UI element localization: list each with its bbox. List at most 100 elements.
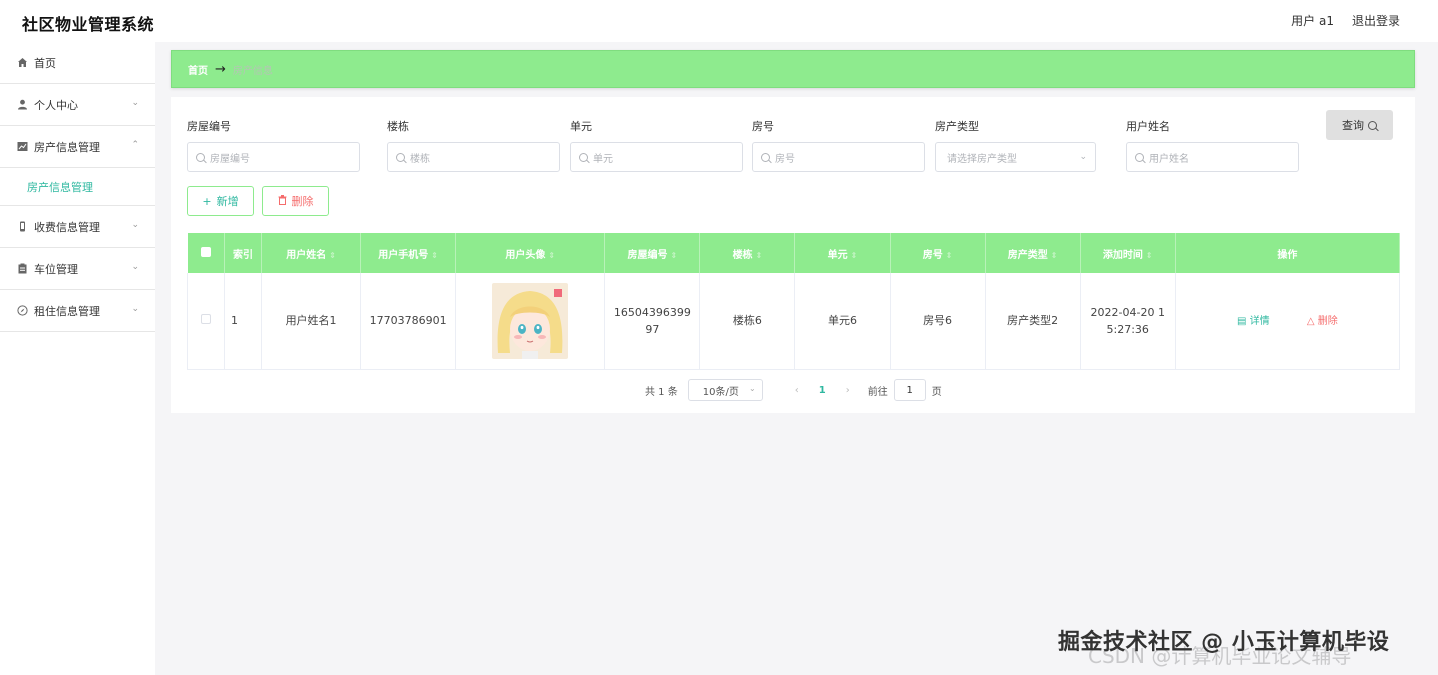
building-input[interactable]: 楼栋 (387, 142, 560, 172)
column-header[interactable]: 用户头像 ⇕ (455, 233, 606, 273)
column-header-label: 索引 (233, 249, 254, 261)
column-header-label: 房产类型 (1007, 249, 1048, 261)
unit-input[interactable]: 单元 (570, 142, 743, 172)
logout-link[interactable]: 退出登录 (1352, 12, 1400, 29)
query-button[interactable]: 查询 (1326, 110, 1393, 140)
add-button-label: 新增 (216, 195, 239, 208)
chevron-down-icon: ⌄ (131, 220, 139, 230)
prev-page-button[interactable]: ‹ (795, 385, 799, 396)
filter-label: 房号 (752, 120, 774, 133)
cell-operations: ▤ 详情 △ 删除 (1175, 273, 1401, 370)
chevron-up-icon: ⌃ (131, 140, 139, 150)
pagination: 共 1 条 10条/页 ⌄ ‹ 1 › 前往 1 页 (645, 379, 942, 401)
column-header[interactable]: 单元 ⇕ (794, 233, 891, 273)
sidebar-item-label: 车位管理 (34, 262, 78, 276)
next-page-button[interactable]: › (846, 385, 850, 396)
column-header-label: 操作 (1277, 249, 1298, 261)
filter-user-name: 用户姓名 用户姓名 (1126, 118, 1299, 172)
column-header[interactable]: 添加时间 ⇕ (1080, 233, 1176, 273)
main-panel: 房屋编号 房屋编号 楼栋 楼栋 单元 单元 房号 房号 房产类型 请选择房产类型… (171, 97, 1415, 413)
filter-label: 房产类型 (935, 120, 979, 133)
sidebar-item-label: 收费信息管理 (34, 220, 100, 234)
add-button[interactable]: + 新增 (187, 186, 254, 216)
chart-icon (16, 141, 28, 153)
sidebar-subitem-property-management[interactable]: 房产信息管理 (0, 168, 155, 206)
search-icon (396, 152, 405, 162)
pagination-total: 共 1 条 (645, 386, 678, 398)
cell-building: 楼栋6 (699, 273, 796, 370)
sidebar: 首页 个人中心 ⌄ 房产信息管理 ⌃ 房产信息管理 收费信息管理 ⌄ 车位管理 … (0, 42, 155, 675)
cell-avatar (455, 273, 606, 370)
filter-building: 楼栋 楼栋 (387, 118, 560, 172)
sidebar-item-label: 租住信息管理 (34, 304, 100, 318)
sidebar-item-personal-center[interactable]: 个人中心 ⌄ (0, 84, 155, 126)
top-bar: 社区物业管理系统 用户 a1 退出登录 (0, 0, 1438, 42)
document-icon: ▤ (1237, 315, 1247, 327)
data-table: 索引 用户姓名 ⇕ 用户手机号 ⇕ 用户头像 ⇕ 房屋编号 ⇕ 楼栋 ⇕ 单元 ⇕ 房号 ⇕ … (186, 233, 1401, 370)
chevron-down-icon: ⌄ (131, 98, 139, 108)
sidebar-item-rental[interactable]: 租住信息管理 ⌄ (0, 290, 155, 332)
compass-icon (16, 305, 28, 317)
breadcrumb-home[interactable]: 首页 (188, 62, 208, 77)
select-placeholder: 请选择房产类型 (947, 153, 1017, 165)
plus-icon: + (202, 194, 212, 208)
sidebar-item-home[interactable]: 首页 (0, 42, 155, 84)
arrow-right-icon: → (215, 61, 226, 77)
checkbox[interactable] (201, 314, 211, 325)
column-header-label: 单元 (827, 249, 848, 261)
sidebar-item-property[interactable]: 房产信息管理 ⌃ (0, 126, 155, 168)
sidebar-item-parking[interactable]: 车位管理 ⌄ (0, 248, 155, 290)
cell-unit: 单元6 (794, 273, 891, 370)
checkbox[interactable] (200, 246, 211, 257)
goto-page-input[interactable]: 1 (893, 379, 926, 401)
sort-icon[interactable]: ⇕ (670, 251, 677, 260)
column-header[interactable]: 房产类型 ⇕ (985, 233, 1081, 273)
user-name-input[interactable]: 用户姓名 (1126, 142, 1299, 172)
column-header[interactable]: 房屋编号 ⇕ (604, 233, 701, 273)
sort-icon[interactable]: ⇕ (329, 251, 336, 260)
column-header[interactable]: 用户姓名 ⇕ (261, 233, 362, 273)
sort-icon[interactable]: ⇕ (1146, 251, 1153, 260)
search-icon (1368, 120, 1377, 130)
cell-house-no: 1650439639997 (604, 273, 701, 370)
delete-button[interactable]: 删除 (262, 186, 329, 216)
trash-icon (278, 194, 287, 208)
column-header-label: 房屋编号 (627, 249, 668, 261)
row-checkbox-cell[interactable] (186, 273, 226, 370)
column-header[interactable]: 楼栋 ⇕ (699, 233, 796, 273)
sort-icon[interactable]: ⇕ (851, 251, 858, 260)
column-header: 索引 (224, 233, 263, 273)
cell-phone: 17703786901 (360, 273, 457, 370)
table-row: 1 用户姓名1 17703786901 1650439639997 楼栋6 单元… (186, 273, 1401, 370)
filter-label: 房屋编号 (187, 120, 231, 133)
sort-icon[interactable]: ⇕ (946, 251, 953, 260)
room-input[interactable]: 房号 (752, 142, 925, 172)
detail-button[interactable]: ▤ 详情 (1237, 316, 1273, 327)
column-header[interactable]: 房号 ⇕ (890, 233, 986, 273)
goto-label: 前往 (867, 386, 888, 398)
current-user-label[interactable]: 用户 a1 (1291, 12, 1334, 29)
breadcrumb: 首页 → 房产信息 (171, 50, 1415, 88)
watermark-text: 掘金技术社区 @ 小玉计算机毕设 (1058, 630, 1390, 655)
column-header: 操作 (1175, 233, 1401, 273)
sort-icon[interactable]: ⇕ (431, 251, 438, 260)
chevron-down-icon: ⌄ (1079, 152, 1087, 162)
page-size-select[interactable]: 10条/页 ⌄ (687, 379, 763, 401)
row-delete-button[interactable]: △ 删除 (1307, 316, 1338, 327)
query-button-label: 查询 (1342, 119, 1364, 132)
sidebar-item-fees[interactable]: 收费信息管理 ⌄ (0, 206, 155, 248)
delete-button-label: 删除 (291, 195, 314, 208)
sort-icon[interactable]: ⇕ (756, 251, 763, 260)
house-no-input[interactable]: 房屋编号 (187, 142, 360, 172)
filter-label: 用户姓名 (1126, 120, 1170, 133)
sort-icon[interactable]: ⇕ (1051, 251, 1058, 260)
column-header-label: 添加时间 (1102, 249, 1143, 261)
house-type-select[interactable]: 请选择房产类型 ⌄ (935, 142, 1096, 172)
select-all-checkbox[interactable] (187, 233, 226, 273)
sort-icon[interactable]: ⇕ (548, 251, 555, 260)
column-header[interactable]: 用户手机号 ⇕ (360, 233, 457, 273)
detail-button-label: 详情 (1249, 315, 1270, 327)
current-page-number[interactable]: 1 (819, 385, 826, 396)
clipboard-icon (16, 263, 28, 275)
cell-room: 房号6 (890, 273, 986, 370)
